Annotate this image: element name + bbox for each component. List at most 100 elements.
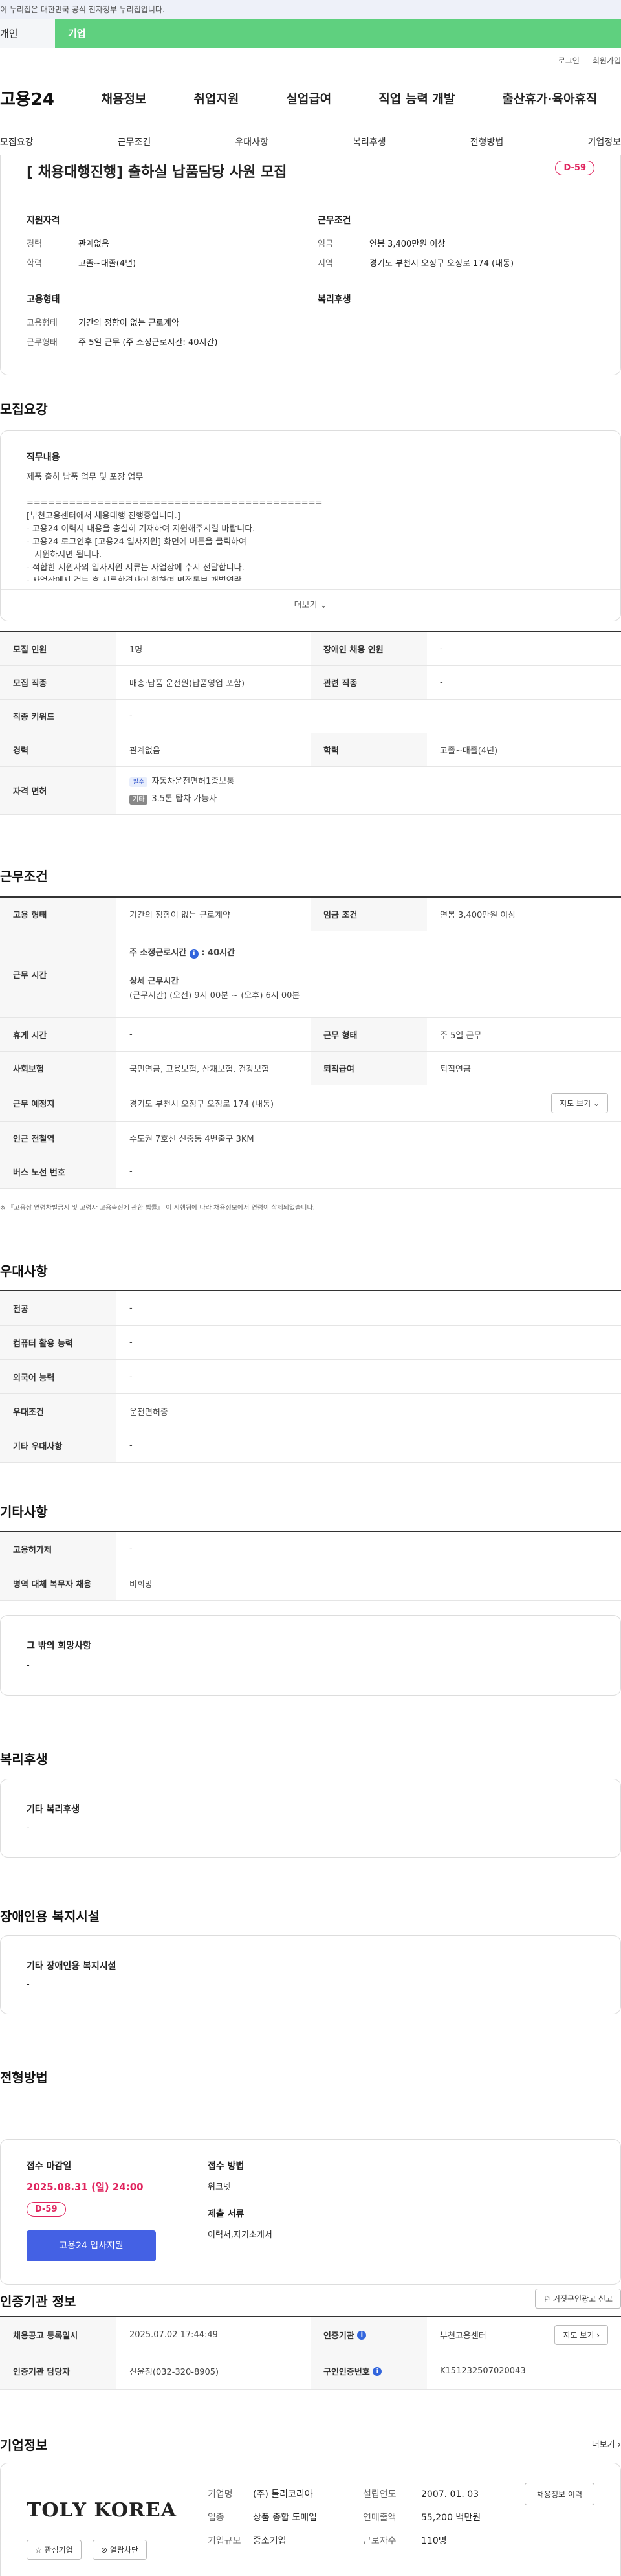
block-button[interactable]: ⊘ 열람차단 xyxy=(93,2540,147,2560)
tab-preference[interactable]: 우대사항 xyxy=(235,135,268,148)
row-key: 고용 형태 xyxy=(0,898,116,931)
age-note: ※ 『고용상 연령차별금지 및 고령자 고용촉진에 관한 법률』 이 시행됨에 … xyxy=(0,1205,315,1212)
block-icon: ⊘ xyxy=(101,2546,108,2555)
row-key: 전공 xyxy=(0,1291,116,1325)
chevron-down-icon: ⌄ xyxy=(320,601,327,610)
role-tabs: 개인 기업 xyxy=(0,19,621,48)
row-key: 고용허가제 xyxy=(0,1532,116,1566)
company-info-right: 설립연도 2007. 01. 03 연매출액 55,200 백만원 근로자수 110명 xyxy=(363,2483,481,2553)
docs-title: 제출 서류 xyxy=(208,2209,245,2219)
login-link[interactable]: 로그인 xyxy=(558,55,580,66)
tab-welfare[interactable]: 복리후생 xyxy=(353,135,386,148)
row-key: 버스 노선 번호 xyxy=(0,1155,116,1188)
row-value: 2025.07.02 17:44:49 xyxy=(129,2330,218,2340)
deadline-value: 2025.08.31 (일) 24:00 xyxy=(27,2181,144,2193)
history-button[interactable]: 채용정보 이력 xyxy=(524,2483,594,2505)
method-title: 접수 방법 xyxy=(208,2161,245,2171)
org-label: 인증기관 xyxy=(323,2331,354,2341)
signup-link[interactable]: 회원가입 xyxy=(593,55,621,66)
row-key: 기타 우대사항 xyxy=(0,1428,116,1462)
row-value: - xyxy=(440,644,443,654)
company-more-link[interactable]: 더보기 › xyxy=(592,2437,621,2450)
table-row: 근무 예정지 경기도 부천시 오정구 오정로 174 (내동) 지도 보기 ⌄ xyxy=(0,1085,621,1122)
map-label: 지도 보기 xyxy=(560,1099,591,1108)
site-logo[interactable]: 고용24 xyxy=(0,86,78,110)
row-value: - xyxy=(129,1544,133,1554)
block-label: 열람차단 xyxy=(109,2546,139,2555)
tab-process[interactable]: 전형방법 xyxy=(470,135,504,148)
req-title: 지원자격 xyxy=(27,216,60,226)
row-value: 수도권 7호선 신중동 4번출구 3KM xyxy=(129,1135,254,1144)
disabled-value: - xyxy=(27,1980,30,1990)
gnb-item-support[interactable]: 취업지원 xyxy=(193,89,239,107)
job-title: [ 채용대행진행] 출하실 납품담당 사원 모집 xyxy=(27,164,287,181)
row-key: 자격 면허 xyxy=(0,767,116,814)
apply-button[interactable]: 고용24 입사지원 xyxy=(27,2230,156,2261)
row-value: 운전면허증 xyxy=(129,1407,168,1417)
star-icon: ☆ xyxy=(35,2546,42,2555)
row-value: 연봉 3,400만원 이상 xyxy=(440,911,516,920)
info-value: 중소기업 xyxy=(253,2536,287,2546)
info-key: 근로자수 xyxy=(363,2536,397,2546)
emptype-value: 기간의 정함이 없는 근로계약 xyxy=(78,318,179,328)
worktype-value: 주 5일 근무 (주 소정근로시간: 40시간) xyxy=(78,338,218,348)
table-row: 인증기관 담당자 신윤정(032-320-8905) 구인인증번호 i K15123… xyxy=(0,2353,621,2390)
row-key: 모집 직종 xyxy=(0,666,116,699)
tab-recruit[interactable]: 모집요강 xyxy=(0,135,34,148)
row-key: 구인인증번호 i xyxy=(310,2353,427,2389)
gnb-item-jobs[interactable]: 채용정보 xyxy=(102,89,147,107)
fav-company-button[interactable]: ☆ 관심기업 xyxy=(27,2540,82,2560)
welfare-sub: 기타 복리후생 xyxy=(27,1804,80,1815)
disabled-box: 기타 장애인용 복지시설 - xyxy=(0,1935,621,2014)
company-info-left: 기업명 (주) 톨리코리아 업종 상품 종합 도매업 기업규모 중소기업 xyxy=(208,2483,317,2553)
more-label: 더보기 xyxy=(294,601,318,610)
method-value: 워크넷 xyxy=(208,2182,231,2192)
info-icon[interactable]: i xyxy=(373,2366,382,2376)
row-key: 장애인 채용 인원 xyxy=(310,632,427,665)
gnb-item-leave[interactable]: 출산휴가·육아휴직 xyxy=(502,89,597,107)
hope-title: 그 밖의 희망사항 xyxy=(27,1641,91,1651)
welfare-box: 기타 복리후생 - xyxy=(0,1779,621,1858)
row-value: 배송·납품 운전원(납품영업 포함) xyxy=(129,679,245,689)
report-button[interactable]: ⚐ 거짓구인광고 신고 xyxy=(535,2289,621,2309)
duty-line: 지원하시면 됩니다. xyxy=(27,550,102,560)
gnb-menu: 채용정보 취업지원 실업급여 직업 능력 개발 출산휴가·육아휴직 xyxy=(78,89,621,107)
tab-individual[interactable]: 개인 xyxy=(0,19,55,48)
info-key: 기업규모 xyxy=(208,2536,241,2546)
work-table: 고용 형태 기간의 정함이 없는 근로계약 임금 조건 연봉 3,400만원 이상 … xyxy=(0,896,621,1189)
worktype-row: 근무형태 주 5일 근무 (주 소정근로시간: 40시간) xyxy=(27,335,217,348)
table-row: 경력 관계없음 학력 고졸~대졸(4년) xyxy=(0,733,621,767)
gnb-item-benefit[interactable]: 실업급여 xyxy=(286,89,331,107)
info-icon[interactable]: i xyxy=(357,2330,367,2340)
map-button[interactable]: 지도 보기 ⌄ xyxy=(551,1093,608,1113)
main-nav: 고용24 채용정보 취업지원 실업급여 직업 능력 개발 출산휴가·육아휴직 xyxy=(0,72,621,124)
company-more-label: 더보기 xyxy=(591,2440,615,2450)
info-key: 업종 xyxy=(208,2513,224,2523)
info-icon[interactable]: i xyxy=(189,949,199,959)
tab-company[interactable]: 기업 xyxy=(55,19,621,48)
required-tag: 필수 xyxy=(129,777,148,787)
tab-conditions[interactable]: 근무조건 xyxy=(118,135,151,148)
row-key: 임금 조건 xyxy=(310,898,427,931)
hours-detail: (근무시간) (오전) 9시 00분 ~ (오후) 6시 00분 xyxy=(129,990,300,1001)
row-value: 경기도 부천시 오정구 오정로 174 (내동) xyxy=(129,1100,274,1109)
region-label: 지역 xyxy=(318,259,333,269)
table-row: 병역 대체 복무자 채용 비희망 xyxy=(0,1566,621,1601)
agency-map-button[interactable]: 지도 보기 › xyxy=(554,2325,608,2345)
row-key: 직종 키워드 xyxy=(0,700,116,733)
welfare-value: - xyxy=(27,1823,30,1833)
gnb-item-training[interactable]: 직업 능력 개발 xyxy=(378,89,455,107)
tab-company[interactable]: 기업정보 xyxy=(587,135,621,148)
duty-line: ========================================… xyxy=(27,498,323,508)
hours-main-value: : 40시간 xyxy=(201,948,235,958)
duty-box: 직무내용 제품 출하 납품 업무 및 포장 업무 ================… xyxy=(0,430,621,621)
table-row: 모집 인원 1명 장애인 채용 인원 - xyxy=(0,632,621,666)
duty-line: - 사업장에서 검토 후 서류합격자에 한하여 면접통보 개별연락 xyxy=(27,576,242,581)
table-row: 고용 형태 기간의 정함이 없는 근로계약 임금 조건 연봉 3,400만원 이상 xyxy=(0,898,621,931)
company-section-title: 기업정보 xyxy=(0,2437,48,2453)
table-row: 인근 전철역 수도권 7호선 신중동 4번출구 3KM xyxy=(0,1122,621,1155)
row-value: 고졸~대졸(4년) xyxy=(440,746,498,756)
more-button[interactable]: 더보기 ⌄ xyxy=(1,589,620,621)
duty-line: - 적합한 지원자의 입사지원 서류는 사업장에 수시 전달합니다. xyxy=(27,563,245,573)
table-row: 휴게 시간 - 근무 형태 주 5일 근무 xyxy=(0,1018,621,1052)
